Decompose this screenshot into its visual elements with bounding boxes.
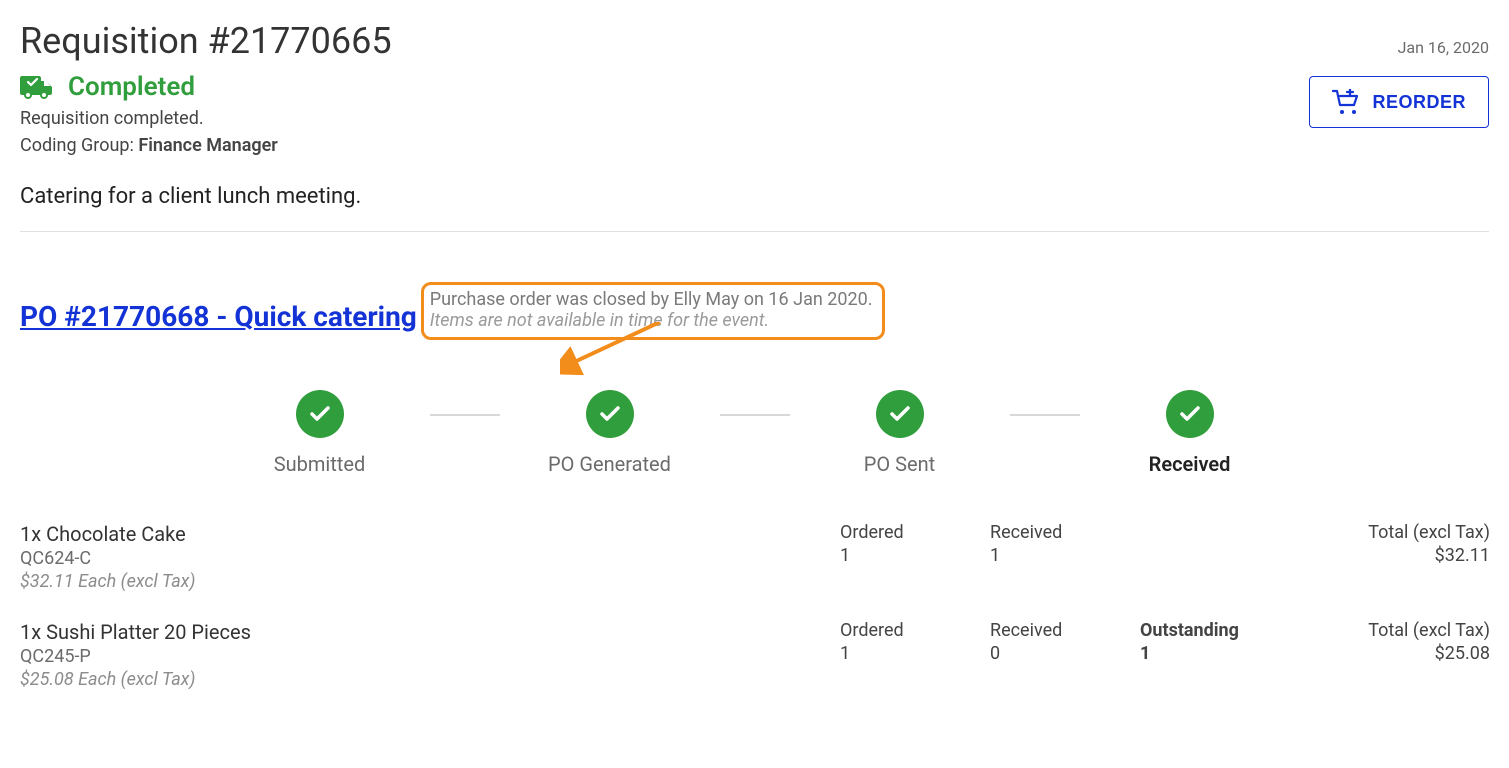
requisition-description: Catering for a client lunch meeting. [20,184,1489,209]
connector [1010,414,1080,416]
status-label: Completed [68,72,195,102]
received-label: Received [990,620,1140,641]
status-subtitle: Requisition completed. [20,108,278,129]
requisition-date: Jan 16, 2020 [1398,38,1489,57]
reorder-label: REORDER [1372,92,1466,113]
page-title: Requisition #21770665 [20,20,392,62]
po-closed-text: Purchase order was closed by Elly May on… [430,289,873,310]
step-label: Received [1149,452,1231,476]
check-icon [586,390,634,438]
item-unit-price: $32.11 Each (excl Tax) [20,571,840,592]
item-sku: QC624-C [20,548,840,569]
item-unit-price: $25.08 Each (excl Tax) [20,669,840,690]
outstanding-value: 1 [1140,643,1290,664]
total-value: $32.11 [1290,545,1490,566]
workflow-step-submitted: Submitted [230,390,410,476]
item-row: 1x Chocolate Cake QC624-C $32.11 Each (e… [20,522,1489,592]
item-sku: QC245-P [20,646,840,667]
ordered-label: Ordered [840,522,990,543]
items-list: 1x Chocolate Cake QC624-C $32.11 Each (e… [20,522,1489,690]
total-label: Total (excl Tax) [1290,522,1490,543]
received-value: 1 [990,545,1140,566]
total-label: Total (excl Tax) [1290,620,1490,641]
item-name: 1x Chocolate Cake [20,522,840,546]
po-closed-callout: Purchase order was closed by Elly May on… [421,282,886,340]
received-value: 0 [990,643,1140,664]
step-label: PO Sent [864,452,935,476]
step-label: Submitted [274,452,366,476]
ordered-value: 1 [840,545,990,566]
cart-plus-icon [1332,89,1360,115]
outstanding-label: Outstanding [1140,620,1290,641]
received-label: Received [990,522,1140,543]
ordered-label: Ordered [840,620,990,641]
coding-group: Coding Group: Finance Manager [20,135,278,156]
workflow-step-po-sent: PO Sent [810,390,990,476]
check-icon [876,390,924,438]
workflow-steps: Submitted PO Generated PO Sent Received [20,390,1489,476]
po-reason-text: Items are not available in time for the … [430,310,873,331]
connector [720,414,790,416]
reorder-button[interactable]: REORDER [1309,76,1489,128]
total-value: $25.08 [1290,643,1490,664]
workflow-step-po-generated: PO Generated [520,390,700,476]
coding-group-value: Finance Manager [138,135,277,156]
workflow-step-received: Received [1100,390,1280,476]
coding-group-label: Coding Group: [20,135,138,156]
step-label: PO Generated [548,452,671,476]
connector [430,414,500,416]
po-link[interactable]: PO #21770668 - Quick catering [20,300,417,333]
check-icon [1166,390,1214,438]
truck-icon [20,75,54,99]
ordered-value: 1 [840,643,990,664]
divider [20,231,1489,232]
check-icon [296,390,344,438]
item-row: 1x Sushi Platter 20 Pieces QC245-P $25.0… [20,620,1489,690]
item-name: 1x Sushi Platter 20 Pieces [20,620,840,644]
